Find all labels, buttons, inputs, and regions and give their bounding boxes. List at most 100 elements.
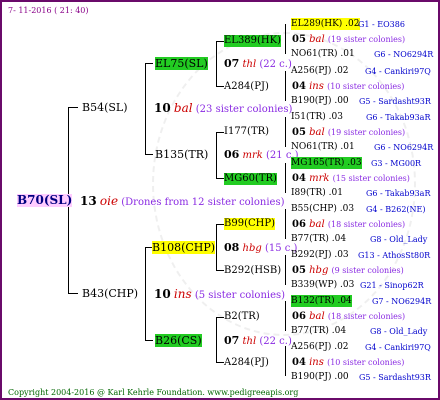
anc-5-group: G6 - Takab93aR [366,113,431,122]
connector [285,71,286,101]
ggp-node-6[interactable]: B292(HSB) [224,265,281,277]
connector [68,107,78,108]
m1-tag: ins [309,81,324,92]
m6-num: 06 [292,311,306,322]
connector [285,346,286,376]
ggp-2-info: 04 ins (10 sister colonies) [292,81,404,93]
g3-tag: hbg [242,243,262,254]
gp-1-info: 07 thl (22 c.) [224,58,292,71]
m5-num: 05 [292,265,306,276]
m2-tag: bal [309,127,325,138]
anc-4-group: G5 - Sardasht93R [359,97,431,106]
anc-12[interactable]: B339(WP) .03 [291,279,354,291]
anc-5[interactable]: I51(TR) .03 [291,111,343,123]
ggp-8-info: 04 ins (10 sister colonies) [292,357,404,369]
ggp-node-5[interactable]: B99(CHP) [224,218,275,230]
ggp-1-info: 05 bal (19 sister colonies) [292,34,405,46]
gp-4-info: 07 thl (22 c.) [224,335,292,348]
connector [145,340,153,341]
root-note: (Drones from 12 sister colonies) [121,197,285,208]
connector [145,63,146,155]
anc-9-group: G4 - B262(NE) [366,205,426,214]
anc-8-group: G6 - Takab93aR [366,189,431,198]
ggp-6-info: 05 hbg (9 sister colonies) [292,265,404,277]
ggp-node-8[interactable]: A284(PJ) [224,357,269,369]
connector [216,41,224,42]
gp-3-info: 08 hbg (15 c.) [224,242,297,255]
ggp-node-1[interactable]: EL389(HK) [224,35,282,47]
anc-16-group: G5 - Sardasht93R [359,373,431,382]
connector [145,247,146,341]
anc-11[interactable]: B292(PJ) .03 [291,249,349,261]
p2-num: 10 [154,287,171,301]
anc-9[interactable]: B55(CHP) .03 [291,203,354,215]
root-num: 13 [80,194,97,208]
connector [216,362,224,363]
anc-4[interactable]: B190(PJ) .00 [291,95,349,107]
connector [285,209,286,239]
m3-num: 04 [292,173,306,184]
copyright-footer: Copyright 2004-2016 @ Karl Kehrle Founda… [8,388,299,397]
anc-7-group: G3 - MG00R [371,159,422,168]
anc-7[interactable]: MG165(TR) .03 [291,157,362,169]
m5-tag: hbg [309,265,329,276]
anc-6-group: G6 - NO6294R [374,143,434,152]
ggp-node-4[interactable]: MG60(TR) [224,173,277,185]
anc-1-group: G1 - EO386 [358,20,405,29]
m1-num: 04 [292,81,306,92]
connector [285,24,286,54]
g4-num: 07 [224,334,240,347]
connector [285,301,286,331]
connector [285,117,286,147]
connector [216,41,217,87]
m5-note: (9 sister colonies) [331,266,404,275]
anc-16[interactable]: B190(PJ) .00 [291,371,349,383]
anc-1[interactable]: EL289(HK) .02 [291,18,360,30]
connector [216,178,224,179]
anc-3[interactable]: A256(PJ) .02 [291,65,349,77]
ggp-node-2[interactable]: A284(PJ) [224,81,269,93]
ggp-node-7[interactable]: B2(TR) [224,311,260,323]
p2-note: (5 sister colonies) [194,290,286,301]
anc-10[interactable]: B77(TR) .04 [291,233,346,245]
ggp-node-3[interactable]: I177(TR) [224,126,269,138]
m7-tag: ins [309,357,324,368]
m6-note: (18 sister colonies) [327,312,406,321]
gp-node-2[interactable]: B135(TR) [155,148,208,161]
gp-node-4[interactable]: B26(CS) [155,334,202,347]
m0-note: (19 sister colonies) [327,35,406,44]
anc-6[interactable]: NO61(TR) .01 [291,141,355,153]
connector [216,317,217,363]
anc-3-group: G4 - Cankiri97Q [365,67,431,76]
m3-tag: mrk [309,173,330,184]
gp-node-3[interactable]: B108(CHP) [152,241,216,254]
g1-num: 07 [224,57,240,70]
anc-14[interactable]: B77(TR) .04 [291,325,346,337]
root-node[interactable]: B70(SL) [17,194,73,207]
parent-node-2[interactable]: B43(CHP) [82,287,138,300]
g1-note: (22 c.) [259,59,292,70]
date-stamp: 7- 11-2016 ( 21: 40) [8,6,89,15]
gp-node-1[interactable]: EL75(SL) [155,57,208,70]
ggp-7-info: 06 bal (18 sister colonies) [292,311,405,323]
g4-note: (22 c.) [259,336,292,347]
g1-tag: thl [242,59,257,70]
anc-2[interactable]: NO61(TR) .01 [291,48,355,60]
anc-14-group: G8 - Old_Lady [370,327,428,336]
m3-note: (15 sister colonies) [332,174,410,183]
anc-15-group: G4 - Cankiri97Q [365,343,431,352]
m4-num: 06 [292,219,306,230]
m2-note: (19 sister colonies) [327,128,406,137]
anc-13[interactable]: B132(TR) .04 [291,295,352,307]
connector [285,255,286,285]
anc-15[interactable]: A256(PJ) .02 [291,341,349,353]
m7-num: 04 [292,357,306,368]
connector [216,132,217,179]
root-tag: oie [99,194,119,208]
g3-num: 08 [224,241,240,254]
anc-8[interactable]: I89(TR) .01 [291,187,343,199]
connector [216,317,224,318]
p2-tag: ins [173,287,192,301]
ggp-4-info: 04 mrk (15 sister colonies) [292,173,410,185]
parent-node-1[interactable]: B54(SL) [82,101,128,114]
